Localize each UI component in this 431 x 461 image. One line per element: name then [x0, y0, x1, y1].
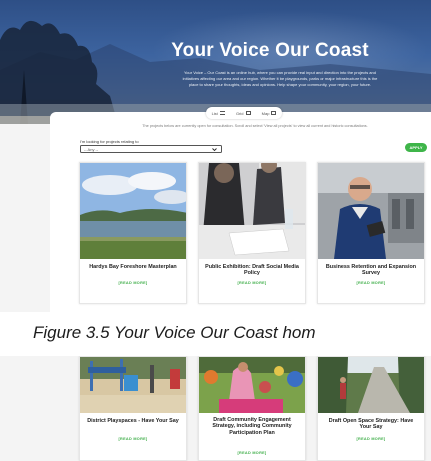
view-switch: List Grid Map: [206, 107, 282, 119]
hero-banner: Your Voice Our Coast Your Voice – Our Co…: [0, 0, 431, 124]
chevron-down-icon: [212, 148, 217, 152]
filter-selected-value: -- Any --: [84, 147, 99, 152]
project-photo: [80, 163, 186, 259]
meeting-photo: [199, 163, 305, 259]
apply-button[interactable]: APPLY: [405, 143, 427, 152]
project-card[interactable]: Business Retention and Expansion Survey …: [317, 162, 425, 304]
project-card[interactable]: Draft Open Space Strategy: Have Your Say…: [317, 356, 425, 461]
card-title: Hardys Bay Foreshore Masterplan: [89, 264, 177, 270]
map-icon: [271, 111, 277, 115]
view-map-label: Map: [261, 110, 270, 116]
list-icon: [219, 111, 225, 115]
project-card[interactable]: Public Exhibition: Draft Social Media Po…: [198, 162, 306, 304]
homepage-screenshot-bottom: District Playspaces - Have Your Say [REA…: [0, 356, 431, 461]
project-photo: [318, 163, 424, 259]
homepage-screenshot-top: Your Voice Our Coast Your Voice – Our Co…: [0, 0, 431, 312]
project-card[interactable]: Draft Community Engagement Strategy, inc…: [198, 356, 306, 461]
view-list-toggle[interactable]: List: [212, 111, 225, 116]
project-photo: [199, 163, 305, 259]
read-more-link[interactable]: [READ MORE]: [318, 281, 424, 285]
open-space-photo: [318, 357, 424, 413]
view-list-label: List: [211, 110, 218, 116]
card-title: Draft Community Engagement Strategy, inc…: [212, 417, 292, 436]
project-card[interactable]: Hardys Bay Foreshore Masterplan [READ MO…: [79, 162, 187, 304]
figure-caption: Figure 3.5 Your Voice Our Coast hom: [33, 323, 316, 342]
consultation-notice: The projects below are currently open fo…: [142, 124, 368, 128]
read-more-link[interactable]: [READ MORE]: [199, 281, 305, 285]
playspace-photo: [80, 357, 186, 413]
read-more-link[interactable]: [READ MORE]: [80, 437, 186, 441]
filter-label: I'm looking for projects relating to: [80, 139, 139, 144]
foreshore-photo: [80, 163, 186, 259]
community-photo: [199, 357, 305, 413]
view-grid-label: Grid: [235, 110, 244, 116]
hero-description: Your Voice – Our Coast is an online hub,…: [182, 70, 378, 88]
project-filter-select[interactable]: -- Any --: [80, 145, 222, 153]
view-grid-toggle[interactable]: Grid: [236, 111, 251, 116]
grid-icon: [245, 111, 251, 115]
card-title: Public Exhibition: Draft Social Media Po…: [205, 264, 299, 277]
hero-title: Your Voice Our Coast: [171, 40, 369, 61]
read-more-link[interactable]: [READ MORE]: [80, 281, 186, 285]
hero-scenery: [0, 20, 431, 124]
project-photo: [318, 357, 424, 413]
card-title: District Playspaces - Have Your Say: [87, 418, 179, 424]
project-photo: [199, 357, 305, 413]
project-photo: [80, 357, 186, 413]
project-card[interactable]: District Playspaces - Have Your Say [REA…: [79, 356, 187, 461]
read-more-link[interactable]: [READ MORE]: [318, 437, 424, 441]
business-photo: [318, 163, 424, 259]
card-title: Business Retention and Expansion Survey: [325, 264, 417, 277]
card-title: Draft Open Space Strategy: Have Your Say: [328, 418, 414, 431]
view-map-toggle[interactable]: Map: [262, 111, 277, 116]
read-more-link[interactable]: [READ MORE]: [199, 451, 305, 455]
